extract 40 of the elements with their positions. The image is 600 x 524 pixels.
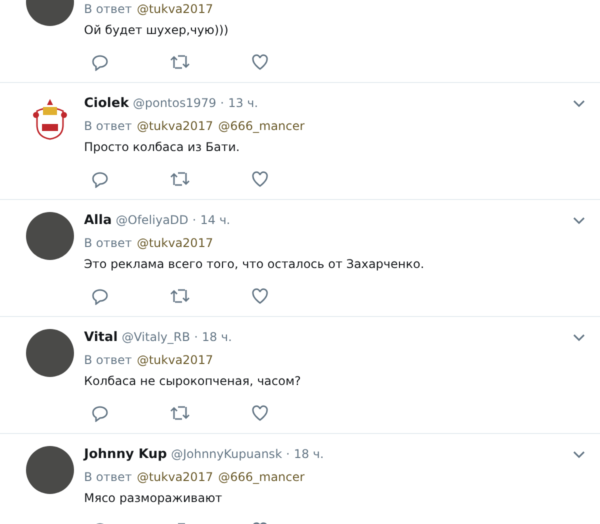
separator-dot: · <box>286 447 290 461</box>
heart-icon[interactable] <box>250 403 270 423</box>
separator-dot: · <box>194 330 198 344</box>
avatar-photo <box>26 212 74 260</box>
tweet-text: Колбаса не сырокопченая, часом? <box>84 373 302 389</box>
author-handle: @JohnnyKupuansk <box>170 447 282 461</box>
mention-link[interactable]: @tukva2017 <box>136 236 214 250</box>
tweet-text: Ой будет шухер,чую))) <box>84 22 230 38</box>
mention-link[interactable]: @tukva2017 <box>136 470 214 484</box>
tweet-text: Мясо размораживают <box>84 490 224 506</box>
heart-icon[interactable] <box>250 52 270 72</box>
reply-label: В ответ <box>84 119 132 133</box>
heart-icon[interactable] <box>250 169 270 189</box>
tweet-time[interactable]: 18 ч. <box>294 447 324 461</box>
author-handle: @pontos1979 <box>132 96 216 110</box>
author-name[interactable]: Alla <box>84 212 112 228</box>
avatar-photo <box>26 329 74 377</box>
mention-link[interactable]: @tukva2017 <box>136 353 214 367</box>
reply-label: В ответ <box>84 2 132 16</box>
avatar-photo <box>26 446 74 494</box>
author-handle: @OfeliyaDD <box>116 213 188 227</box>
separator-dot: · <box>220 96 224 110</box>
reply-label: В ответ <box>84 236 132 250</box>
author-handle: @Vitaly_RB <box>122 330 190 344</box>
mention-link[interactable]: @666_mancer <box>218 119 305 133</box>
author-name[interactable]: Johnny Kup <box>84 446 167 462</box>
author-name[interactable]: Vital <box>84 330 118 344</box>
tweet-time[interactable]: 13 ч. <box>228 96 258 110</box>
mention-link[interactable]: @666_mancer <box>218 470 305 484</box>
heart-icon[interactable] <box>250 286 270 306</box>
tweet-text: Просто колбаса из Бати. <box>84 139 241 155</box>
reply-label: В ответ <box>84 353 132 367</box>
separator-dot: · <box>192 213 196 227</box>
tweet-time[interactable]: 18 ч. <box>202 330 232 344</box>
tweet-time[interactable]: 14 ч. <box>200 213 230 227</box>
mention-link[interactable]: @tukva2017 <box>136 2 214 16</box>
mention-link[interactable]: @tukva2017 <box>136 119 214 133</box>
tweet-text: Это реклама всего того, что осталось от Захарченко. <box>84 256 426 272</box>
author-name[interactable]: Ciolek <box>84 96 129 110</box>
reply-label: В ответ <box>84 470 132 484</box>
